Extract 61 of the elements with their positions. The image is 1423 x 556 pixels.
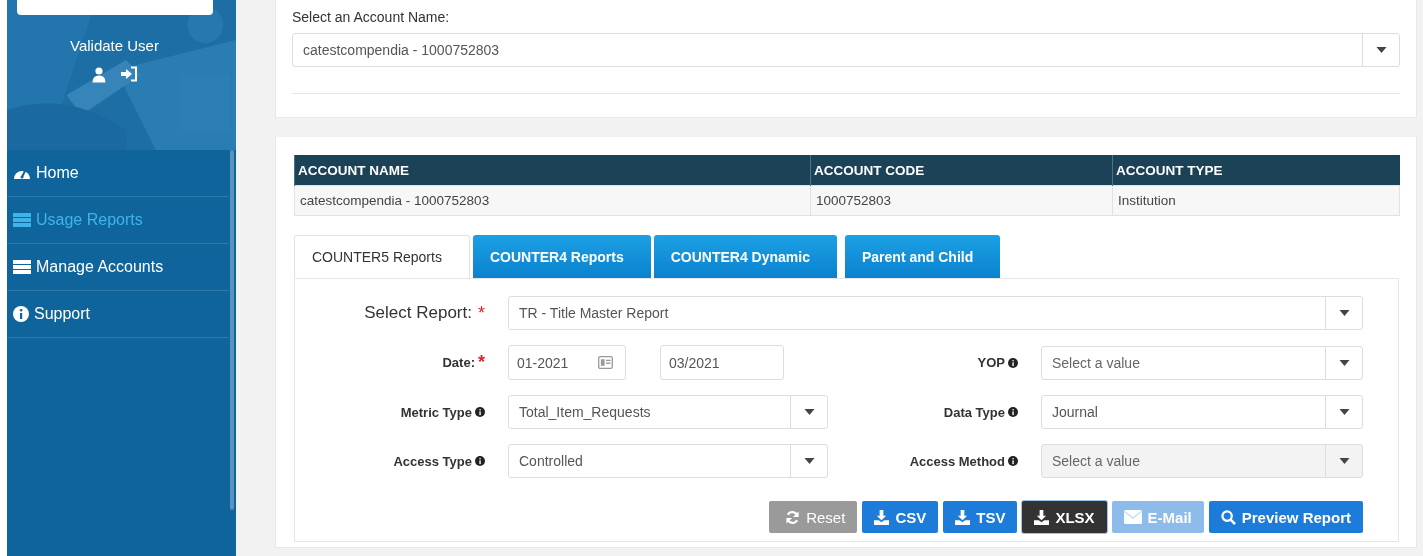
envelope-icon xyxy=(1123,510,1142,524)
table-cell: Institution xyxy=(1112,185,1400,216)
info-icon xyxy=(13,306,29,322)
sidebar-item[interactable]: Home xyxy=(7,150,229,197)
dropdown-select[interactable]: Select a value xyxy=(1041,345,1363,380)
refresh-icon xyxy=(785,509,801,525)
info-icon xyxy=(1008,357,1018,368)
caret-icon xyxy=(803,409,815,415)
download-icon xyxy=(1034,509,1050,525)
list-icon xyxy=(13,213,31,227)
field-label: Access Type xyxy=(393,453,472,469)
caret-icon xyxy=(1338,310,1350,316)
required-mark: * xyxy=(478,302,485,324)
action-button[interactable]: CSV xyxy=(862,501,939,533)
tab[interactable]: Parent and Child xyxy=(845,235,1001,278)
field-label: YOP xyxy=(977,355,1005,370)
field-label: Metric Type xyxy=(400,404,472,420)
sidebar-item[interactable]: Manage Accounts xyxy=(7,244,229,291)
field-label: Data Type xyxy=(943,404,1005,420)
table-cell: catestcompendia - 1000752803 xyxy=(294,185,811,216)
tab[interactable]: COUNTER5 Reports xyxy=(294,235,470,278)
tab[interactable]: COUNTER4 Dynamic xyxy=(653,235,837,278)
caret-icon xyxy=(1338,359,1350,366)
table-cell: 1000752803 xyxy=(810,185,1113,216)
tab[interactable]: COUNTER4 Reports xyxy=(472,235,651,278)
caret-icon xyxy=(1338,409,1350,415)
dropdown-select[interactable]: Total_Item_Requests xyxy=(508,395,828,429)
download-icon xyxy=(955,509,971,525)
action-button[interactable]: TSV xyxy=(943,501,1018,533)
user-icon[interactable] xyxy=(91,66,107,83)
scrollbar[interactable] xyxy=(230,150,234,510)
column-header: ACCOUNT NAME xyxy=(294,155,811,186)
field-label: Access Method xyxy=(909,453,1005,469)
info-icon xyxy=(475,407,485,417)
sign-in-icon[interactable] xyxy=(120,66,138,82)
date-field[interactable]: 03/2021 xyxy=(660,345,784,380)
info-icon xyxy=(475,456,485,466)
action-button[interactable]: XLSX xyxy=(1022,501,1107,533)
caret-icon xyxy=(1375,47,1387,53)
required-mark: * xyxy=(478,352,485,373)
column-header: ACCOUNT CODE xyxy=(810,155,1113,186)
calendar-icon xyxy=(598,356,613,369)
field-label: Select Report: xyxy=(364,303,472,323)
user-title: Validate User xyxy=(70,37,159,54)
date-field[interactable]: 01-2021 xyxy=(508,345,626,380)
report-select[interactable]: TR - Title Master Report xyxy=(508,296,1363,330)
list-icon xyxy=(13,260,31,274)
field-label: Date: xyxy=(442,355,475,370)
caret-icon xyxy=(803,458,815,464)
action-button[interactable]: Preview Report xyxy=(1208,501,1363,533)
account-select[interactable]: catestcompendia - 1000752803 xyxy=(292,33,1400,67)
field-label: Select an Account Name: xyxy=(292,8,451,27)
dropdown-select[interactable]: Controlled xyxy=(508,444,828,478)
info-icon xyxy=(1008,407,1018,417)
info-icon xyxy=(1008,456,1018,466)
caret-icon xyxy=(1338,458,1350,464)
column-header: ACCOUNT TYPE xyxy=(1112,155,1400,186)
dropdown-select[interactable]: Journal xyxy=(1041,395,1363,429)
search-icon xyxy=(1220,509,1236,525)
download-icon xyxy=(874,509,890,525)
sidebar-item[interactable]: Support xyxy=(7,291,229,338)
